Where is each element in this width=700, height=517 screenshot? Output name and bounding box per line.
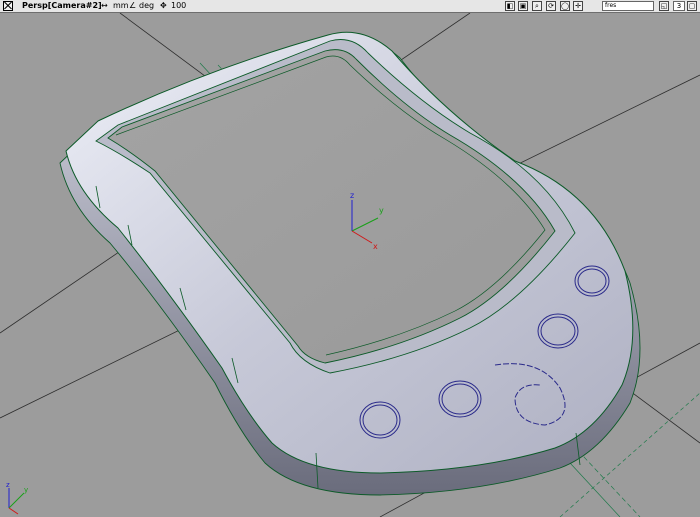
triad-y-label: y	[24, 486, 28, 494]
camera-select-icon[interactable]: ◧	[505, 1, 515, 11]
collapse-viewport-icon[interactable]: ▢	[687, 1, 697, 11]
zoom-icon[interactable]: ⌕	[532, 1, 542, 11]
track-icon[interactable]: ✛	[573, 1, 583, 11]
scale-icon: ✥	[160, 1, 167, 10]
angle-unit-label[interactable]: deg	[139, 1, 154, 10]
close-viewport-icon[interactable]	[3, 1, 13, 11]
x-axis-label: x	[373, 242, 378, 251]
viewport-title-bar: Persp[Camera#2] ↔ mm ∠ deg ✥ 100 ◧ ▣ ⌕ ⟳…	[0, 0, 700, 13]
layout-number-field[interactable]: 3	[673, 1, 685, 11]
scale-value[interactable]: 100	[171, 1, 186, 10]
angle-unit-icon: ∠	[129, 1, 137, 10]
dolly-icon[interactable]: ◯	[560, 1, 570, 11]
viewport-canvas[interactable]: z y x z y	[0, 13, 700, 517]
camera-save-icon[interactable]: ▣	[518, 1, 528, 11]
length-unit-icon: ↔	[101, 1, 108, 10]
maximize-viewport-icon[interactable]: ◱	[659, 1, 669, 11]
length-unit-label[interactable]: mm	[113, 1, 129, 10]
y-axis-label: y	[379, 206, 384, 215]
view-axis-triad: z y	[6, 481, 28, 515]
triad-z-label: z	[6, 481, 10, 489]
viewport-name[interactable]: Persp[Camera#2]	[22, 1, 102, 10]
perspective-viewport[interactable]: z y x z y	[0, 13, 700, 517]
tumble-icon[interactable]: ⟳	[546, 1, 556, 11]
z-axis-label: z	[350, 191, 354, 200]
render-mode-field[interactable]: fres	[602, 1, 654, 11]
